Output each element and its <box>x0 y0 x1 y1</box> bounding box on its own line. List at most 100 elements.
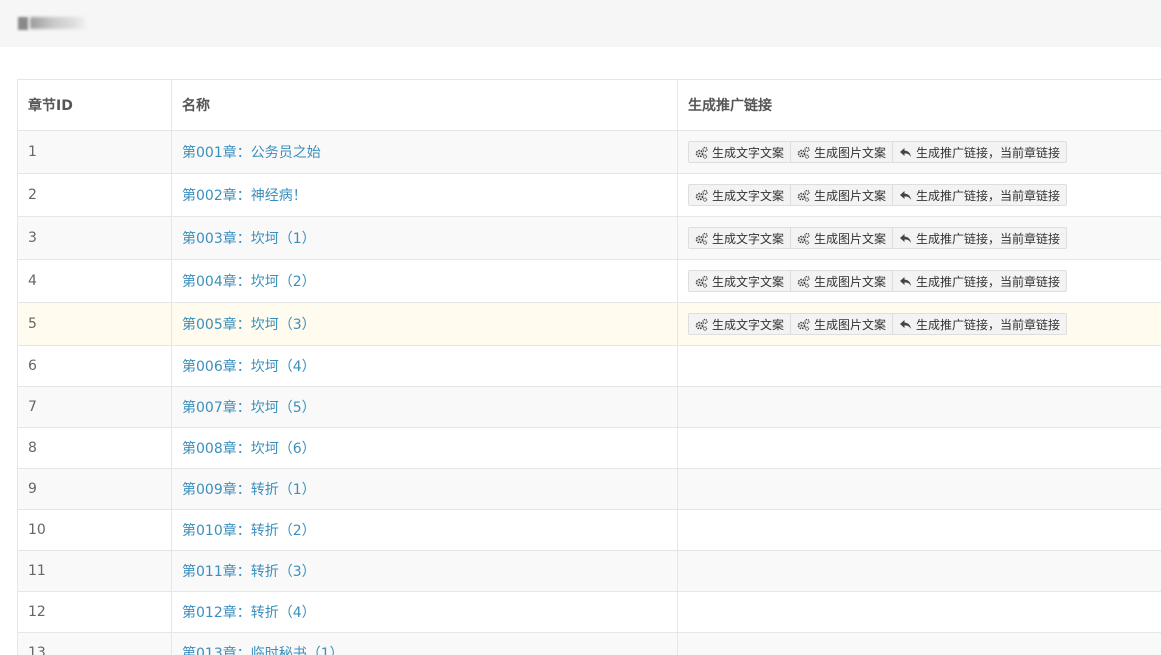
gears-icon <box>695 232 708 245</box>
table-header-row: 章节ID 名称 生成推广链接 <box>17 79 1161 131</box>
generate-text-copy-label: 生成文字文案 <box>712 231 785 246</box>
generate-promo-link-label: 生成推广链接，当前章链接 <box>916 317 1061 332</box>
generate-text-copy-button[interactable]: 生成文字文案 <box>688 270 792 292</box>
cell-chapter-name: 第003章：坎坷（1） <box>171 216 678 260</box>
table-row: 5 第005章：坎坷（3） 生成文字文案 生成图片文案 生成推广链接，当前章链接 <box>17 302 1161 346</box>
chapter-link[interactable]: 第003章：坎坷（1） <box>182 231 316 247</box>
chapter-link[interactable]: 第006章：坎坷（4） <box>182 359 316 375</box>
cell-chapter-id: 7 <box>17 386 172 428</box>
generate-image-copy-button[interactable]: 生成图片文案 <box>790 270 894 292</box>
cell-actions: 生成文字文案 生成图片文案 生成推广链接，当前章链接 <box>677 259 1161 303</box>
generate-promo-link-button[interactable]: 生成推广链接，当前章链接 <box>892 141 1068 163</box>
cell-actions <box>677 550 1161 592</box>
generate-text-copy-button[interactable]: 生成文字文案 <box>688 141 792 163</box>
table-row: 12 第012章：转折（4） <box>17 591 1161 633</box>
cell-chapter-id: 6 <box>17 345 172 387</box>
generate-image-copy-label: 生成图片文案 <box>814 317 887 332</box>
cell-chapter-id: 5 <box>17 302 172 346</box>
chapter-link[interactable]: 第002章：神经病！ <box>182 188 307 204</box>
cell-chapter-id: 2 <box>17 173 172 217</box>
gears-icon <box>695 189 708 202</box>
cell-chapter-name: 第013章：临时秘书（1） <box>171 632 678 655</box>
table-row: 7 第007章：坎坷（5） <box>17 386 1161 428</box>
generate-image-copy-button[interactable]: 生成图片文案 <box>790 141 894 163</box>
cell-chapter-name: 第012章：转折（4） <box>171 591 678 633</box>
generate-promo-link-button[interactable]: 生成推广链接，当前章链接 <box>892 313 1068 335</box>
cell-chapter-name: 第001章：公务员之始 <box>171 130 678 174</box>
cell-actions <box>677 632 1161 655</box>
blurred-page-title <box>18 16 90 30</box>
generate-promo-link-button[interactable]: 生成推广链接，当前章链接 <box>892 184 1068 206</box>
generate-text-copy-label: 生成文字文案 <box>712 317 785 332</box>
cell-actions <box>677 386 1161 428</box>
chapter-id: 11 <box>28 563 46 579</box>
table-row: 1 第001章：公务员之始 生成文字文案 生成图片文案 生成推广链接，当前章链接 <box>17 130 1161 174</box>
cell-actions: 生成文字文案 生成图片文案 生成推广链接，当前章链接 <box>677 216 1161 260</box>
generate-text-copy-button[interactable]: 生成文字文案 <box>688 184 792 206</box>
chapter-id: 2 <box>28 187 37 203</box>
action-button-group: 生成文字文案 生成图片文案 生成推广链接，当前章链接 <box>688 270 1068 292</box>
cell-chapter-id: 4 <box>17 259 172 303</box>
generate-text-copy-label: 生成文字文案 <box>712 145 785 160</box>
generate-text-copy-button[interactable]: 生成文字文案 <box>688 227 792 249</box>
table-row: 11 第011章：转折（3） <box>17 550 1161 592</box>
generate-promo-link-label: 生成推广链接，当前章链接 <box>916 188 1061 203</box>
action-button-group: 生成文字文案 生成图片文案 生成推广链接，当前章链接 <box>688 184 1068 206</box>
table-row: 2 第002章：神经病！ 生成文字文案 生成图片文案 生成推广链接，当前章链接 <box>17 173 1161 217</box>
chapter-link[interactable]: 第009章：转折（1） <box>182 482 316 498</box>
chapter-table: 章节ID 名称 生成推广链接 1 第001章：公务员之始 生成文字文案 生成图片… <box>17 79 1161 655</box>
cell-chapter-id: 1 <box>17 130 172 174</box>
header-chapter-id: 章节ID <box>17 79 172 131</box>
cell-actions <box>677 591 1161 633</box>
cell-actions: 生成文字文案 生成图片文案 生成推广链接，当前章链接 <box>677 130 1161 174</box>
table-row: 4 第004章：坎坷（2） 生成文字文案 生成图片文案 生成推广链接，当前章链接 <box>17 259 1161 303</box>
chapter-id: 13 <box>28 645 46 655</box>
generate-image-copy-button[interactable]: 生成图片文案 <box>790 313 894 335</box>
cell-chapter-id: 12 <box>17 591 172 633</box>
top-bar <box>0 0 1161 47</box>
chapter-id: 5 <box>28 316 37 332</box>
reply-icon <box>899 232 912 245</box>
chapter-link[interactable]: 第005章：坎坷（3） <box>182 317 316 333</box>
chapter-link[interactable]: 第012章：转折（4） <box>182 605 316 621</box>
cell-actions <box>677 345 1161 387</box>
cell-chapter-name: 第010章：转折（2） <box>171 509 678 551</box>
action-button-group: 生成文字文案 生成图片文案 生成推广链接，当前章链接 <box>688 313 1068 335</box>
reply-icon <box>899 318 912 331</box>
chapter-id: 8 <box>28 440 37 456</box>
chapter-link[interactable]: 第001章：公务员之始 <box>182 145 321 161</box>
cell-chapter-id: 9 <box>17 468 172 510</box>
generate-promo-link-label: 生成推广链接，当前章链接 <box>916 274 1061 289</box>
cell-chapter-name: 第005章：坎坷（3） <box>171 302 678 346</box>
generate-promo-link-button[interactable]: 生成推广链接，当前章链接 <box>892 270 1068 292</box>
chapter-link[interactable]: 第013章：临时秘书（1） <box>182 646 344 655</box>
gears-icon <box>797 146 810 159</box>
table-row: 13 第013章：临时秘书（1） <box>17 632 1161 655</box>
chapter-link[interactable]: 第008章：坎坷（6） <box>182 441 316 457</box>
chapter-id: 1 <box>28 144 37 160</box>
generate-promo-link-label: 生成推广链接，当前章链接 <box>916 145 1061 160</box>
cell-chapter-name: 第006章：坎坷（4） <box>171 345 678 387</box>
cell-chapter-name: 第011章：转折（3） <box>171 550 678 592</box>
table-row: 10 第010章：转折（2） <box>17 509 1161 551</box>
cell-chapter-id: 10 <box>17 509 172 551</box>
chapter-link[interactable]: 第011章：转折（3） <box>182 564 316 580</box>
gears-icon <box>797 275 810 288</box>
cell-chapter-id: 11 <box>17 550 172 592</box>
generate-promo-link-button[interactable]: 生成推广链接，当前章链接 <box>892 227 1068 249</box>
generate-text-copy-label: 生成文字文案 <box>712 188 785 203</box>
gears-icon <box>797 189 810 202</box>
chapter-link[interactable]: 第007章：坎坷（5） <box>182 400 316 416</box>
reply-icon <box>899 275 912 288</box>
generate-image-copy-button[interactable]: 生成图片文案 <box>790 184 894 206</box>
generate-text-copy-label: 生成文字文案 <box>712 274 785 289</box>
chapter-link[interactable]: 第010章：转折（2） <box>182 523 316 539</box>
table-row: 3 第003章：坎坷（1） 生成文字文案 生成图片文案 生成推广链接，当前章链接 <box>17 216 1161 260</box>
reply-icon <box>899 146 912 159</box>
chapter-id: 7 <box>28 399 37 415</box>
generate-image-copy-button[interactable]: 生成图片文案 <box>790 227 894 249</box>
action-button-group: 生成文字文案 生成图片文案 生成推广链接，当前章链接 <box>688 227 1068 249</box>
action-button-group: 生成文字文案 生成图片文案 生成推广链接，当前章链接 <box>688 141 1068 163</box>
chapter-link[interactable]: 第004章：坎坷（2） <box>182 274 316 290</box>
generate-text-copy-button[interactable]: 生成文字文案 <box>688 313 792 335</box>
